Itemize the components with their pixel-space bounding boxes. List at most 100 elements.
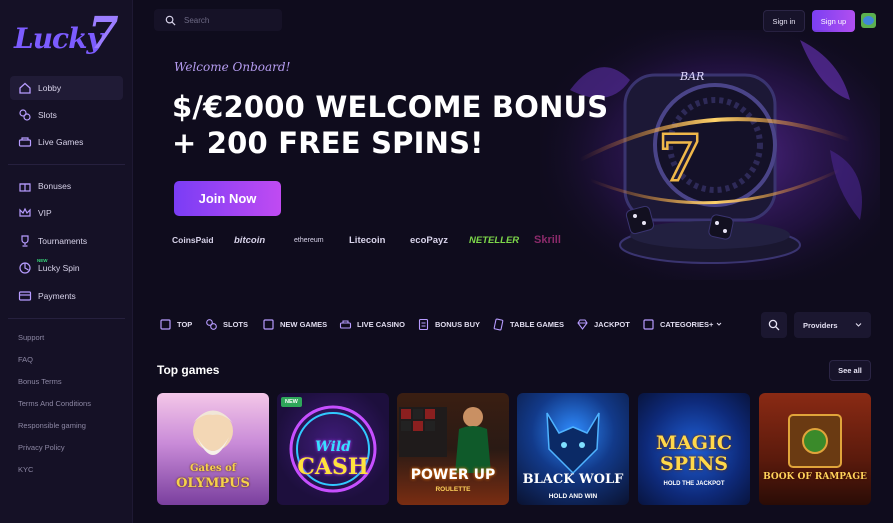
game-tile-magic-spins[interactable]: MAGIC SPINS HOLD THE JACKPOT xyxy=(638,393,750,505)
search-input[interactable]: Search xyxy=(154,9,282,31)
sidebar-item-label: Tournaments xyxy=(38,236,88,246)
svg-text:7: 7 xyxy=(658,121,703,196)
sidebar-divider xyxy=(8,164,125,165)
new-games-icon xyxy=(262,318,275,331)
sidebar-item-lucky-spin[interactable]: Lucky Spin xyxy=(10,256,123,280)
globe-flag-icon[interactable] xyxy=(861,13,876,28)
ethereum-logo: ethereum xyxy=(294,237,324,244)
search-icon xyxy=(165,15,176,26)
chevron-down-icon xyxy=(716,320,722,329)
category-label: CATEGORIES+ xyxy=(660,320,714,329)
section-title-top-games: Top games xyxy=(157,363,220,377)
sidebar-item-tournaments[interactable]: Tournaments xyxy=(10,229,123,253)
game-subtitle: HOLD THE JACKPOT xyxy=(663,481,725,487)
game-tile-black-wolf[interactable]: BLACK WOLF HOLD AND WIN xyxy=(517,393,629,505)
game-subtitle: ROULETTE xyxy=(435,486,471,493)
logo-seven: 7 xyxy=(88,8,119,59)
slots-icon xyxy=(18,108,32,122)
coinspaid-logo: CoinsPaid xyxy=(172,235,214,245)
game-title: MAGIC SPINS xyxy=(655,432,732,475)
link-kyc[interactable]: KYC xyxy=(18,465,33,474)
category-label: TOP xyxy=(177,320,193,329)
category-more[interactable]: CATEGORIES+ xyxy=(642,318,722,331)
home-icon xyxy=(18,81,32,95)
trophy-icon xyxy=(18,234,32,248)
live-games-icon xyxy=(18,135,32,149)
top-icon xyxy=(159,318,172,331)
spin-icon xyxy=(18,261,32,275)
search-icon xyxy=(768,319,780,331)
sidebar-item-label: Slots xyxy=(38,110,57,120)
sidebar-item-bonuses[interactable]: Bonuses xyxy=(10,174,123,198)
table-games-icon xyxy=(492,318,505,331)
game-title: BLACK WOLF xyxy=(522,472,624,487)
crown-icon xyxy=(18,206,32,220)
category-table-games[interactable]: TABLE GAMES xyxy=(492,318,564,331)
sidebar-item-label: Lobby xyxy=(38,83,62,93)
category-label: TABLE GAMES xyxy=(510,320,565,329)
category-bonus-buy[interactable]: BONUS BUY xyxy=(417,318,480,331)
skrill-logo: Skrill xyxy=(534,234,561,246)
sidebar-item-label: Payments xyxy=(38,291,76,301)
link-privacy-policy[interactable]: Privacy Policy xyxy=(18,443,65,452)
welcome-subtitle: Welcome Onboard! xyxy=(174,60,291,74)
bitcoin-logo: bitcoin xyxy=(234,235,266,246)
sign-up-button[interactable]: Sign up xyxy=(812,10,855,32)
game-tile-wild-cash[interactable]: NEW Wild CASH xyxy=(277,393,389,505)
game-title: Wild CASH xyxy=(297,439,369,480)
svg-text:BAR: BAR xyxy=(679,70,704,83)
game-tile-gates-of-olympus[interactable]: Gates of OLYMPUS xyxy=(157,393,269,505)
sidebar: Lucky 7 Lobby Slots Live Games Bonuses V… xyxy=(0,0,133,523)
category-bar: TOP SLOTS NEW GAMES LIVE CASINO BONUS BU… xyxy=(0,312,893,338)
category-top[interactable]: TOP xyxy=(159,318,192,331)
category-live-casino[interactable]: LIVE CASINO xyxy=(339,318,405,331)
category-label: LIVE CASINO xyxy=(357,320,405,329)
hero-headline: $/€2000 WELCOME BONUS + 200 FREE SPINS! xyxy=(172,89,608,161)
search-placeholder: Search xyxy=(184,15,210,25)
sidebar-item-label: VIP xyxy=(38,208,52,218)
sidebar-item-slots[interactable]: Slots xyxy=(10,103,123,127)
category-slots[interactable]: SLOTS xyxy=(205,318,248,331)
see-all-button[interactable]: See all xyxy=(829,360,871,381)
sign-in-button[interactable]: Sign in xyxy=(763,10,805,32)
sidebar-item-payments[interactable]: Payments xyxy=(10,284,123,308)
category-label: NEW GAMES xyxy=(280,320,328,329)
game-title: BOOK OF RAMPAGE xyxy=(763,472,867,482)
link-faq[interactable]: FAQ xyxy=(18,355,33,364)
category-jackpot[interactable]: JACKPOT xyxy=(576,318,630,331)
category-new-games[interactable]: NEW GAMES xyxy=(262,318,327,331)
link-bonus-terms[interactable]: Bonus Terms xyxy=(18,377,62,386)
live-casino-icon xyxy=(339,318,352,331)
sidebar-item-vip[interactable]: VIP xyxy=(10,201,123,225)
sidebar-item-label: Bonuses xyxy=(38,181,72,191)
card-icon xyxy=(18,289,32,303)
slots-icon xyxy=(205,318,218,331)
providers-dropdown[interactable]: Providers xyxy=(794,312,871,338)
categories-icon xyxy=(642,318,655,331)
sidebar-item-lobby[interactable]: Lobby xyxy=(10,76,123,100)
headline-line-2: + 200 FREE SPINS! xyxy=(172,126,484,160)
gift-icon xyxy=(18,179,32,193)
category-label: BONUS BUY xyxy=(435,320,481,329)
new-badge: NEW xyxy=(37,258,48,263)
join-now-button[interactable]: Join Now xyxy=(174,181,281,216)
category-label: JACKPOT xyxy=(594,320,630,329)
diamond-icon xyxy=(576,318,589,331)
neteller-logo: NETELLER xyxy=(469,235,520,246)
game-title: POWER UP xyxy=(410,467,496,483)
game-tile-power-up-roulette[interactable]: POWER UP ROULETTE xyxy=(397,393,509,505)
lucky7-logo[interactable]: Lucky 7 xyxy=(12,8,122,60)
category-label: SLOTS xyxy=(223,320,249,329)
link-terms-conditions[interactable]: Terms And Conditions xyxy=(18,399,91,408)
sidebar-item-live-games[interactable]: Live Games xyxy=(10,130,123,154)
chevron-down-icon xyxy=(855,323,862,327)
link-responsible-gaming[interactable]: Responsible gaming xyxy=(18,421,86,430)
ecopayz-logo: ecoPayz xyxy=(410,235,449,246)
litecoin-logo: Litecoin xyxy=(349,235,386,246)
bonus-buy-icon xyxy=(417,318,430,331)
sidebar-item-label: Live Games xyxy=(38,137,84,147)
game-tile-book-of-rampage[interactable]: BOOK OF RAMPAGE xyxy=(759,393,871,505)
game-title: Gates of OLYMPUS xyxy=(176,463,250,491)
providers-label: Providers xyxy=(803,320,838,330)
game-search-button[interactable] xyxy=(761,312,787,338)
